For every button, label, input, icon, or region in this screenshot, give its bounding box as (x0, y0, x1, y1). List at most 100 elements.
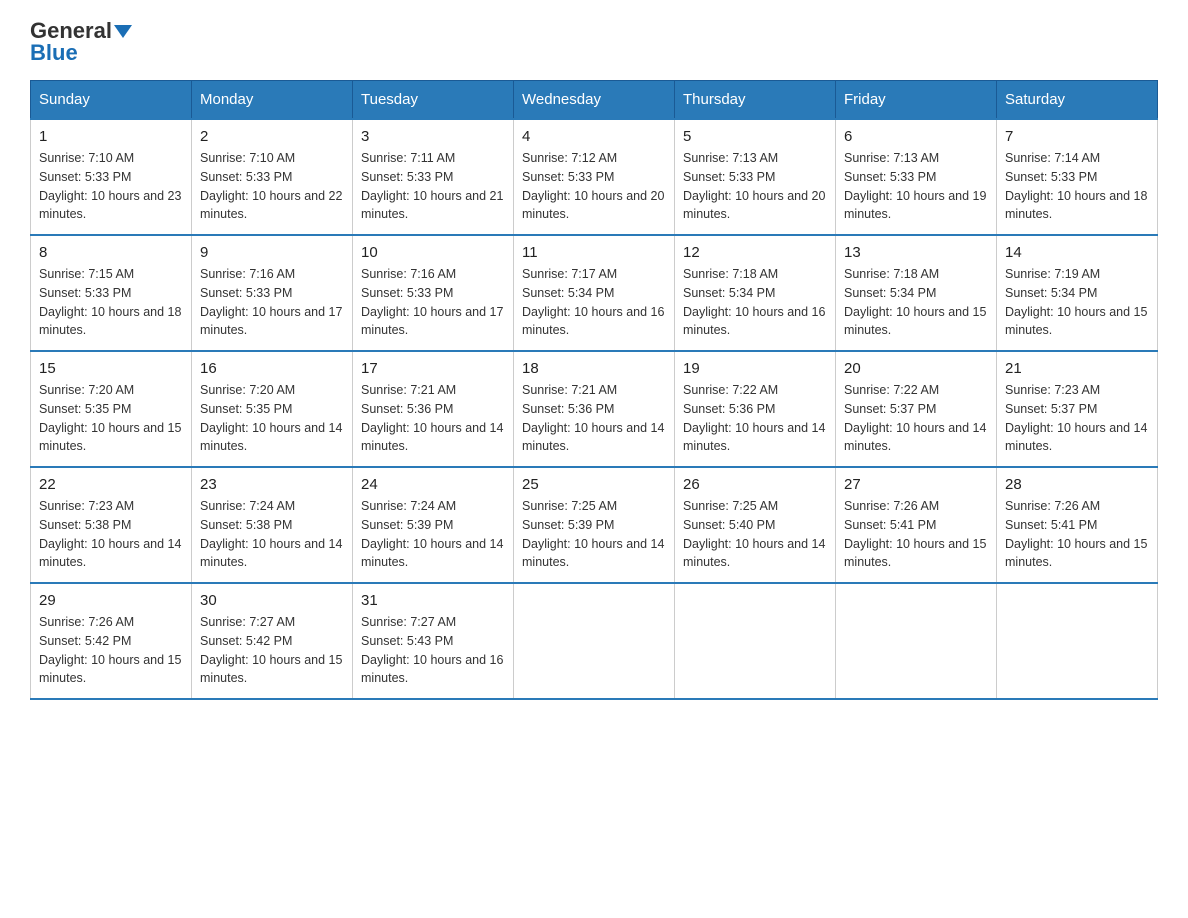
day-info: Sunrise: 7:27 AMSunset: 5:42 PMDaylight:… (200, 615, 342, 685)
calendar-cell: 24 Sunrise: 7:24 AMSunset: 5:39 PMDaylig… (353, 467, 514, 583)
day-info: Sunrise: 7:13 AMSunset: 5:33 PMDaylight:… (844, 151, 986, 221)
day-info: Sunrise: 7:21 AMSunset: 5:36 PMDaylight:… (361, 383, 503, 453)
calendar-cell: 11 Sunrise: 7:17 AMSunset: 5:34 PMDaylig… (514, 235, 675, 351)
day-number: 21 (1005, 360, 1149, 377)
page-header: General Blue (30, 20, 1158, 64)
day-number: 30 (200, 592, 344, 609)
calendar-cell: 20 Sunrise: 7:22 AMSunset: 5:37 PMDaylig… (836, 351, 997, 467)
calendar-cell (514, 583, 675, 699)
day-number: 17 (361, 360, 505, 377)
day-info: Sunrise: 7:14 AMSunset: 5:33 PMDaylight:… (1005, 151, 1147, 221)
calendar-cell: 4 Sunrise: 7:12 AMSunset: 5:33 PMDayligh… (514, 119, 675, 235)
day-number: 22 (39, 476, 183, 493)
weekday-header-friday: Friday (836, 81, 997, 120)
day-number: 5 (683, 128, 827, 145)
day-info: Sunrise: 7:26 AMSunset: 5:42 PMDaylight:… (39, 615, 181, 685)
day-number: 6 (844, 128, 988, 145)
calendar-cell: 2 Sunrise: 7:10 AMSunset: 5:33 PMDayligh… (192, 119, 353, 235)
day-number: 16 (200, 360, 344, 377)
calendar-cell: 3 Sunrise: 7:11 AMSunset: 5:33 PMDayligh… (353, 119, 514, 235)
calendar-cell: 10 Sunrise: 7:16 AMSunset: 5:33 PMDaylig… (353, 235, 514, 351)
weekday-header-tuesday: Tuesday (353, 81, 514, 120)
calendar-cell: 6 Sunrise: 7:13 AMSunset: 5:33 PMDayligh… (836, 119, 997, 235)
calendar-cell: 15 Sunrise: 7:20 AMSunset: 5:35 PMDaylig… (31, 351, 192, 467)
day-number: 23 (200, 476, 344, 493)
calendar-week-2: 8 Sunrise: 7:15 AMSunset: 5:33 PMDayligh… (31, 235, 1158, 351)
day-info: Sunrise: 7:11 AMSunset: 5:33 PMDaylight:… (361, 151, 503, 221)
calendar-cell: 5 Sunrise: 7:13 AMSunset: 5:33 PMDayligh… (675, 119, 836, 235)
calendar-cell: 14 Sunrise: 7:19 AMSunset: 5:34 PMDaylig… (997, 235, 1158, 351)
calendar-cell: 30 Sunrise: 7:27 AMSunset: 5:42 PMDaylig… (192, 583, 353, 699)
calendar-cell: 26 Sunrise: 7:25 AMSunset: 5:40 PMDaylig… (675, 467, 836, 583)
calendar-week-1: 1 Sunrise: 7:10 AMSunset: 5:33 PMDayligh… (31, 119, 1158, 235)
day-info: Sunrise: 7:22 AMSunset: 5:37 PMDaylight:… (844, 383, 986, 453)
calendar-cell: 28 Sunrise: 7:26 AMSunset: 5:41 PMDaylig… (997, 467, 1158, 583)
day-info: Sunrise: 7:21 AMSunset: 5:36 PMDaylight:… (522, 383, 664, 453)
day-info: Sunrise: 7:26 AMSunset: 5:41 PMDaylight:… (844, 499, 986, 569)
calendar-cell: 13 Sunrise: 7:18 AMSunset: 5:34 PMDaylig… (836, 235, 997, 351)
calendar-cell: 25 Sunrise: 7:25 AMSunset: 5:39 PMDaylig… (514, 467, 675, 583)
day-info: Sunrise: 7:13 AMSunset: 5:33 PMDaylight:… (683, 151, 825, 221)
day-info: Sunrise: 7:22 AMSunset: 5:36 PMDaylight:… (683, 383, 825, 453)
day-number: 2 (200, 128, 344, 145)
day-number: 11 (522, 244, 666, 261)
day-info: Sunrise: 7:25 AMSunset: 5:39 PMDaylight:… (522, 499, 664, 569)
day-number: 7 (1005, 128, 1149, 145)
calendar-cell: 8 Sunrise: 7:15 AMSunset: 5:33 PMDayligh… (31, 235, 192, 351)
day-info: Sunrise: 7:26 AMSunset: 5:41 PMDaylight:… (1005, 499, 1147, 569)
day-number: 20 (844, 360, 988, 377)
day-info: Sunrise: 7:24 AMSunset: 5:39 PMDaylight:… (361, 499, 503, 569)
day-info: Sunrise: 7:10 AMSunset: 5:33 PMDaylight:… (39, 151, 181, 221)
day-info: Sunrise: 7:19 AMSunset: 5:34 PMDaylight:… (1005, 267, 1147, 337)
day-info: Sunrise: 7:16 AMSunset: 5:33 PMDaylight:… (361, 267, 503, 337)
calendar-cell: 12 Sunrise: 7:18 AMSunset: 5:34 PMDaylig… (675, 235, 836, 351)
day-info: Sunrise: 7:25 AMSunset: 5:40 PMDaylight:… (683, 499, 825, 569)
weekday-header-sunday: Sunday (31, 81, 192, 120)
calendar-cell: 31 Sunrise: 7:27 AMSunset: 5:43 PMDaylig… (353, 583, 514, 699)
calendar-cell (675, 583, 836, 699)
day-number: 26 (683, 476, 827, 493)
day-info: Sunrise: 7:10 AMSunset: 5:33 PMDaylight:… (200, 151, 342, 221)
weekday-header-thursday: Thursday (675, 81, 836, 120)
calendar-cell (836, 583, 997, 699)
day-number: 28 (1005, 476, 1149, 493)
day-info: Sunrise: 7:17 AMSunset: 5:34 PMDaylight:… (522, 267, 664, 337)
day-info: Sunrise: 7:18 AMSunset: 5:34 PMDaylight:… (683, 267, 825, 337)
calendar-table: SundayMondayTuesdayWednesdayThursdayFrid… (30, 80, 1158, 700)
day-number: 9 (200, 244, 344, 261)
calendar-cell: 19 Sunrise: 7:22 AMSunset: 5:36 PMDaylig… (675, 351, 836, 467)
weekday-header-saturday: Saturday (997, 81, 1158, 120)
logo-general: General (30, 20, 112, 42)
calendar-cell: 27 Sunrise: 7:26 AMSunset: 5:41 PMDaylig… (836, 467, 997, 583)
day-number: 8 (39, 244, 183, 261)
logo: General Blue (30, 20, 132, 64)
logo-arrow-icon (114, 25, 132, 38)
day-number: 29 (39, 592, 183, 609)
weekday-header-wednesday: Wednesday (514, 81, 675, 120)
calendar-header-row: SundayMondayTuesdayWednesdayThursdayFrid… (31, 81, 1158, 120)
day-number: 19 (683, 360, 827, 377)
day-info: Sunrise: 7:24 AMSunset: 5:38 PMDaylight:… (200, 499, 342, 569)
calendar-cell: 22 Sunrise: 7:23 AMSunset: 5:38 PMDaylig… (31, 467, 192, 583)
day-info: Sunrise: 7:15 AMSunset: 5:33 PMDaylight:… (39, 267, 181, 337)
day-number: 4 (522, 128, 666, 145)
day-info: Sunrise: 7:23 AMSunset: 5:37 PMDaylight:… (1005, 383, 1147, 453)
calendar-cell: 18 Sunrise: 7:21 AMSunset: 5:36 PMDaylig… (514, 351, 675, 467)
day-number: 14 (1005, 244, 1149, 261)
day-number: 13 (844, 244, 988, 261)
calendar-cell: 17 Sunrise: 7:21 AMSunset: 5:36 PMDaylig… (353, 351, 514, 467)
day-number: 12 (683, 244, 827, 261)
calendar-week-5: 29 Sunrise: 7:26 AMSunset: 5:42 PMDaylig… (31, 583, 1158, 699)
day-number: 1 (39, 128, 183, 145)
day-info: Sunrise: 7:12 AMSunset: 5:33 PMDaylight:… (522, 151, 664, 221)
day-number: 10 (361, 244, 505, 261)
day-number: 25 (522, 476, 666, 493)
calendar-cell: 29 Sunrise: 7:26 AMSunset: 5:42 PMDaylig… (31, 583, 192, 699)
day-number: 27 (844, 476, 988, 493)
weekday-header-monday: Monday (192, 81, 353, 120)
day-number: 3 (361, 128, 505, 145)
calendar-cell: 7 Sunrise: 7:14 AMSunset: 5:33 PMDayligh… (997, 119, 1158, 235)
calendar-cell (997, 583, 1158, 699)
calendar-cell: 21 Sunrise: 7:23 AMSunset: 5:37 PMDaylig… (997, 351, 1158, 467)
logo-blue: Blue (30, 42, 78, 64)
